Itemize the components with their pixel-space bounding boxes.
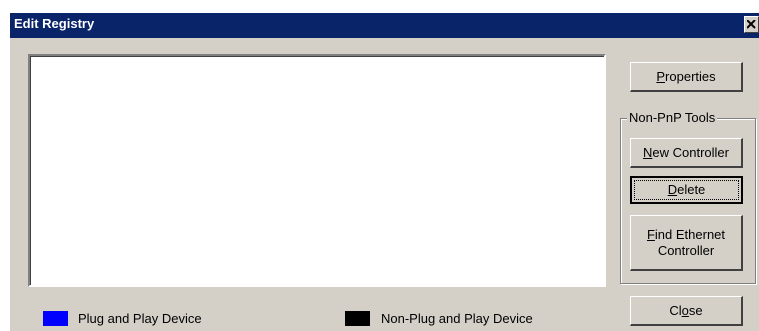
edit-registry-dialog: Edit Registry Properties Non-PnP Tools N… [10, 13, 759, 331]
pnp-legend-swatch [43, 311, 68, 326]
device-list[interactable] [28, 54, 606, 287]
group-label: Non-PnP Tools [627, 110, 718, 125]
window-title: Edit Registry [14, 16, 95, 31]
new-controller-button[interactable]: New Controller [630, 138, 743, 168]
non-pnp-legend-label: Non-Plug and Play Device [381, 311, 533, 326]
close-window-button[interactable] [744, 16, 759, 33]
title-bar[interactable]: Edit Registry [10, 13, 759, 38]
find-ethernet-controller-button[interactable]: Find Ethernet Controller [630, 215, 743, 271]
properties-button[interactable]: Properties [630, 62, 743, 92]
non-pnp-legend-swatch [345, 311, 370, 326]
delete-button[interactable]: Delete [630, 176, 743, 204]
pnp-legend-label: Plug and Play Device [78, 311, 202, 326]
close-icon [747, 20, 756, 29]
close-button[interactable]: Close [630, 296, 743, 326]
